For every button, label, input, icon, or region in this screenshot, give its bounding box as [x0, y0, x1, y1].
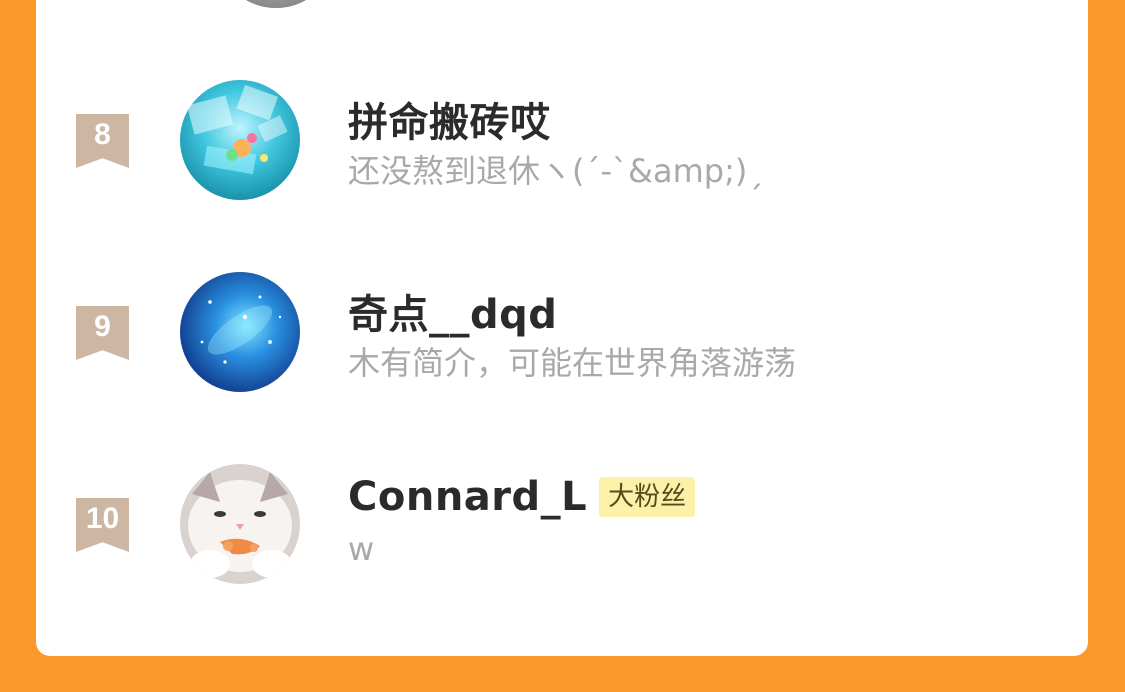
user-description: 还没熬到退休ヽ(ˊ-ˋ&amp;)ˏ — [348, 152, 764, 190]
rank-badge: 8 — [76, 114, 129, 168]
cat-avatar-icon — [180, 464, 300, 584]
user-avatar[interactable] — [180, 80, 300, 200]
list-item[interactable]: 10 Connard_L 大粉丝 w — [36, 444, 1088, 614]
rank-badge: 9 — [76, 306, 129, 360]
previous-user-avatar[interactable] — [226, 0, 326, 8]
user-name[interactable]: 拼命搬砖哎 — [348, 90, 551, 148]
user-name[interactable]: 奇点__dqd — [348, 282, 557, 340]
rank-number: 10 — [85, 502, 120, 535]
rank-number: 8 — [94, 118, 111, 151]
list-item[interactable]: 8 拼命搬砖哎 还没熬到退休ヽ(ˊ-ˋ&amp;)ˏ — [36, 60, 1088, 230]
user-avatar[interactable] — [180, 272, 300, 392]
sea-glass-avatar-icon — [180, 80, 300, 200]
rank-number: 9 — [94, 310, 111, 343]
user-description: w — [348, 530, 375, 568]
blue-galaxy-avatar-icon — [180, 272, 300, 392]
list-item[interactable]: 9 奇点__dqd 木有简介，可能在世界角落游荡 — [36, 252, 1088, 422]
user-avatar[interactable] — [180, 464, 300, 584]
rank-badge: 10 — [76, 498, 129, 552]
user-description: 木有简介，可能在世界角落游荡 — [348, 344, 797, 382]
fan-level-badge: 大粉丝 — [599, 477, 696, 517]
user-name[interactable]: Connard_L — [348, 474, 587, 520]
fan-ranking-card: 8 拼命搬砖哎 还没熬到退休ヽ(ˊ-ˋ&amp;)ˏ 9 奇点__dqd 木有简… — [36, 0, 1088, 656]
